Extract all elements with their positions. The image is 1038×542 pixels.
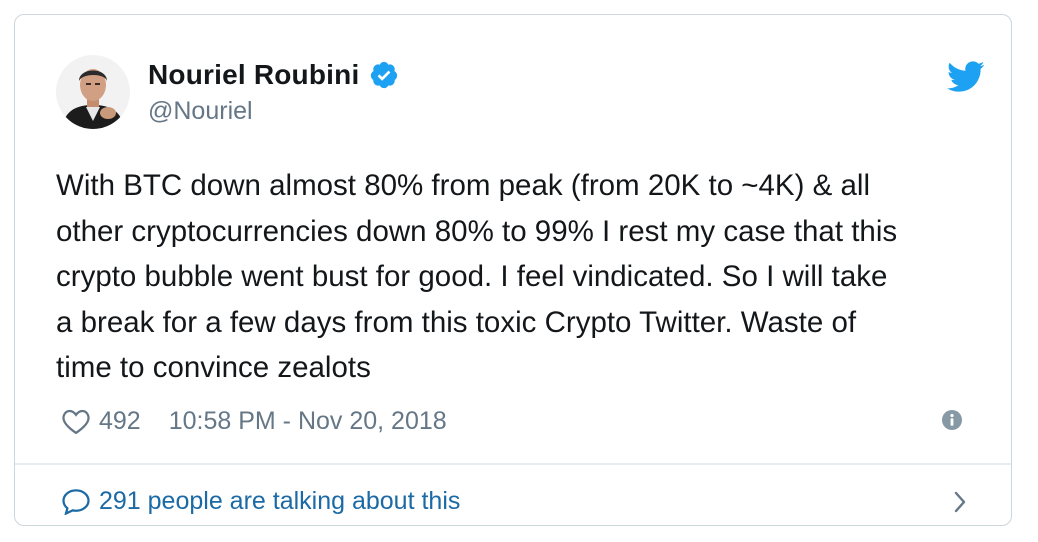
tweet-header: Nouriel Roubini @Nouriel <box>56 55 986 131</box>
like-count[interactable]: 492 <box>99 407 141 436</box>
talking-about-text[interactable]: 291 people are talking about this <box>99 487 460 516</box>
twitter-bird-icon[interactable] <box>947 61 985 93</box>
conversation-link[interactable]: 291 people are talking about this <box>61 481 991 521</box>
divider <box>15 463 1011 465</box>
chevron-right-icon[interactable] <box>951 488 969 516</box>
name-block: Nouriel Roubini @Nouriel <box>148 55 399 126</box>
user-handle[interactable]: @Nouriel <box>148 97 399 126</box>
tweet-text: With BTC down almost 80% from peak (from… <box>56 169 898 384</box>
display-name[interactable]: Nouriel Roubini <box>148 59 359 91</box>
avatar[interactable] <box>56 55 130 129</box>
tweet-card: Nouriel Roubini @Nouriel With BTC down a… <box>14 14 1012 526</box>
name-row: Nouriel Roubini <box>148 55 399 95</box>
heart-icon[interactable] <box>61 407 91 435</box>
info-icon[interactable] <box>941 409 963 431</box>
speech-bubble-icon <box>61 487 91 516</box>
verified-badge-icon <box>369 60 399 90</box>
tweet-meta: 492 10:58 PM - Nov 20, 2018 <box>61 403 991 439</box>
avatar-image <box>56 55 130 129</box>
timestamp[interactable]: 10:58 PM - Nov 20, 2018 <box>169 407 447 436</box>
